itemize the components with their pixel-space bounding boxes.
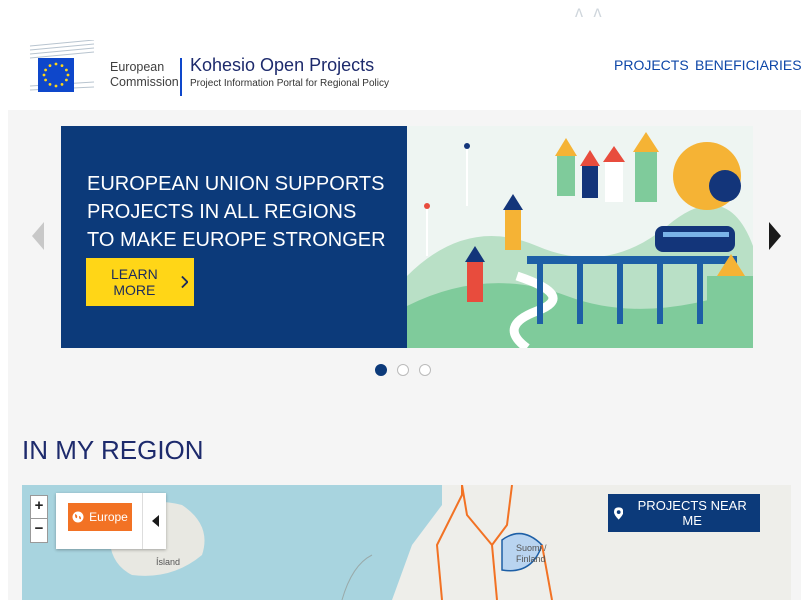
europe-region-chip[interactable]: Europe [68, 503, 132, 531]
carousel-dot-1[interactable] [375, 364, 387, 376]
ec-logo-text: European Commission [110, 60, 179, 90]
carousel-dot-2[interactable] [397, 364, 409, 376]
region-section-title: IN MY REGION [22, 435, 204, 465]
nav-projects-link[interactable]: PROJECTS [614, 57, 689, 73]
european-commission-logo[interactable]: European Commission [22, 40, 182, 96]
ec-logo-line1: European [110, 60, 165, 74]
nav-beneficiaries-link[interactable]: BENEFICIARIES [695, 57, 801, 73]
hero-text-panel: EUROPEAN UNION SUPPORTS PROJECTS IN ALL … [61, 126, 407, 348]
projects-near-me-button[interactable]: PROJECTS NEAR ME [608, 494, 760, 532]
learn-more-button[interactable]: LEARN MORE [86, 258, 194, 306]
carousel-dot-3[interactable] [419, 364, 431, 376]
chevron-right-icon [180, 275, 188, 289]
hero-illustration [407, 126, 753, 348]
map-label-iceland: Ísland [156, 557, 181, 567]
hero-headline: EUROPEAN UNION SUPPORTS PROJECTS IN ALL … [87, 173, 386, 251]
hero-slide: EUROPEAN UNION SUPPORTS PROJECTS IN ALL … [61, 126, 753, 348]
learn-more-label: LEARN MORE [111, 266, 158, 298]
zoom-in-button[interactable]: + [31, 496, 47, 519]
brand-subtitle: Project Information Portal for Regional … [190, 78, 389, 89]
carousel-next-icon[interactable] [767, 222, 781, 250]
carousel-prev-icon[interactable] [32, 222, 46, 250]
europe-chip-label: Europe [89, 510, 128, 524]
panel-collapse-toggle[interactable] [142, 493, 167, 549]
map-label-finland-1: Suomi / [516, 543, 547, 553]
header-watermark: ʌ ʌ [575, 4, 605, 21]
zoom-out-button[interactable]: − [31, 519, 47, 541]
ec-flag-icon [29, 40, 95, 92]
ec-logo-line2: Commission [110, 75, 179, 89]
carousel-dots [375, 364, 431, 376]
brand-title[interactable]: Kohesio Open Projects [190, 55, 374, 76]
caret-left-icon [151, 515, 159, 527]
map-pin-icon [614, 506, 624, 520]
region-panel: Europe [56, 493, 166, 549]
site-header: ʌ ʌ European Commission Kohesio Open Pro… [0, 0, 801, 110]
projects-near-me-label: PROJECTS NEAR ME [637, 498, 747, 528]
globe-icon [72, 511, 84, 523]
zoom-control: + − [30, 495, 48, 543]
brand-divider [180, 58, 182, 96]
map-label-finland-2: Finland [516, 554, 546, 564]
